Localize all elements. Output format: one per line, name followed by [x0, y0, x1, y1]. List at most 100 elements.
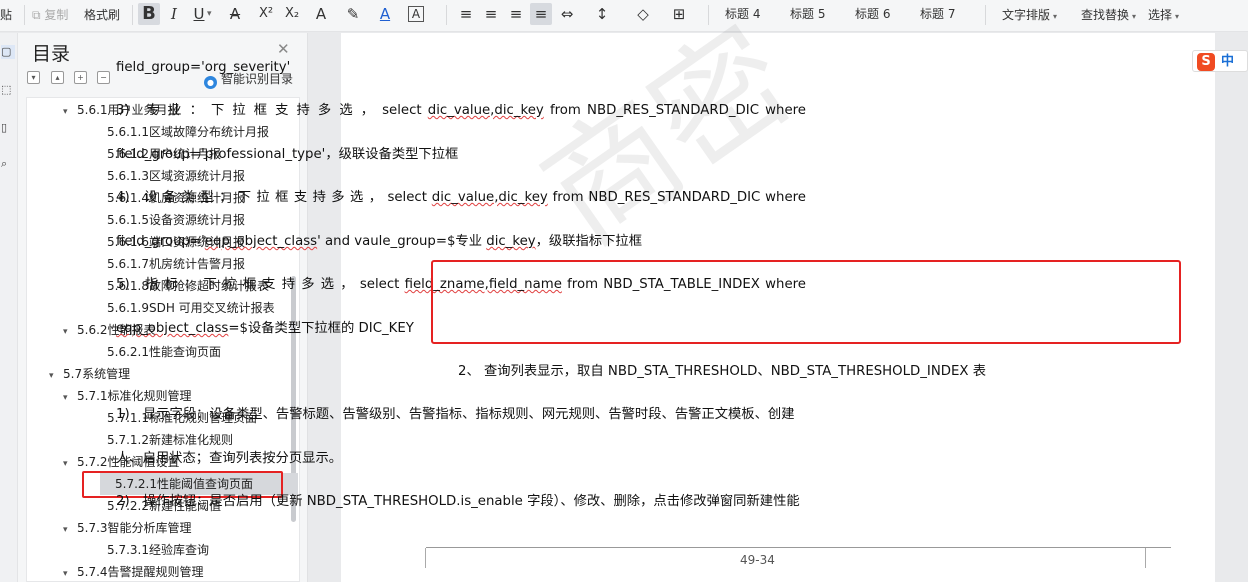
toc-title: 目录	[32, 43, 71, 65]
add-icon[interactable]: +	[74, 71, 87, 84]
select-menu[interactable]: 选择 ▾	[1148, 4, 1179, 26]
format-painter-button[interactable]: 格式刷	[84, 4, 120, 26]
toc-item-label: 5.7.3智能分析库管理	[77, 521, 192, 535]
toc-item[interactable]: 5.6.1.1区域故障分布统计月报	[27, 121, 287, 143]
toc-item[interactable]: 5.6.1.9SDH 可用交叉统计报表	[27, 297, 287, 319]
copy-button[interactable]: ⧉ 复制	[32, 4, 68, 26]
toc-item-label: 5.7.3.1经验库查询	[107, 543, 209, 557]
chevron-down-icon: ▾	[1132, 12, 1137, 21]
text-layout-menu[interactable]: 文字排版 ▾	[1002, 4, 1057, 26]
paste-button[interactable]: 贴	[0, 4, 12, 26]
copy-icon: ⧉	[32, 8, 41, 22]
page-icon[interactable]: ▯	[1, 121, 15, 135]
footer-line	[426, 547, 1171, 548]
italic-button[interactable]: I	[163, 3, 185, 25]
chevron-down-icon[interactable]: ▾	[63, 101, 77, 123]
chevron-down-icon[interactable]: ▾	[63, 453, 77, 475]
superscript-button[interactable]: X²	[255, 3, 277, 25]
toolbar-divider	[24, 5, 25, 25]
chevron-down-icon[interactable]: ▾	[63, 387, 77, 409]
doc-text: 4) 设 备 类 型 ： 下 拉 框 支 持 多 选 ， select	[116, 190, 432, 205]
chevron-down-icon[interactable]: ▾	[63, 563, 77, 581]
doc-text: =$设备类型下拉框的 DIC_KEY	[228, 321, 414, 336]
strikethrough-button[interactable]: A	[224, 3, 246, 25]
find-replace-label: 查找替换	[1081, 8, 1130, 22]
doc-text: dic_value,dic_key	[431, 190, 548, 205]
style-heading-7[interactable]: 标题 7	[920, 4, 955, 24]
page-number: 49-34	[740, 553, 775, 567]
distribute-button[interactable]: ⇔	[556, 3, 578, 25]
toc-item-label: 5.6.2.1性能查询页面	[107, 345, 221, 359]
toc-item-label: 5.7.1标准化规则管理	[77, 389, 192, 403]
toc-item-label: 5.6.1.1区域故障分布统计月报	[107, 125, 269, 139]
find-replace-menu[interactable]: 查找替换 ▾	[1081, 4, 1136, 26]
wps-writer-window: 贴 ⧉ 复制 格式刷 B I U ▾ A X² X₂ A ✎ A A ≡ ≡ ≡…	[0, 0, 1248, 582]
subscript-button[interactable]: X₂	[281, 3, 303, 25]
doc-line: 2、 查询列表显示，取自 NBD_STA_THRESHOLD、NBD_STA_T…	[458, 364, 987, 379]
toc-item-label: 5.6.1.3区域资源统计月报	[107, 169, 245, 183]
doc-text: ' and vaule_group=$专业	[317, 234, 487, 249]
align-right-button[interactable]: ≡	[505, 3, 527, 25]
ime-language: 中	[1221, 54, 1235, 69]
toc-item-label: 5.6.1.5设备资源统计月报	[107, 213, 245, 227]
close-icon[interactable]: ✕	[277, 40, 290, 58]
doc-line: field_group='professional_type'，级联设备类型下拉…	[116, 147, 459, 162]
toc-item-label: 5.7.4告警提醒规则管理	[77, 565, 204, 579]
toc-item[interactable]: ▾ 5.7.1标准化规则管理	[27, 385, 287, 407]
toc-item-label: 5.6.1.9SDH 可用交叉统计报表	[107, 301, 275, 315]
chevron-down-icon[interactable]: ▾	[207, 3, 212, 25]
toc-item[interactable]: ▾ 5.7.4告警提醒规则管理	[27, 561, 287, 581]
doc-text: eqp_object_class	[204, 234, 318, 249]
bookmark-icon[interactable]: ⬚	[1, 83, 15, 97]
toc-item[interactable]: 5.6.1.5设备资源统计月报	[27, 209, 287, 231]
bold-button[interactable]: B	[138, 3, 160, 25]
justify-button[interactable]: ≡	[530, 3, 552, 25]
char-border-button[interactable]: A	[408, 6, 424, 22]
page-corner-mark	[400, 548, 426, 568]
toc-item[interactable]: ▾ 5.7.3智能分析库管理	[27, 517, 287, 539]
toc-panel-icon[interactable]: ▢	[1, 45, 15, 59]
collapse-all-icon[interactable]: ▾	[27, 71, 40, 84]
style-heading-5[interactable]: 标题 5	[790, 4, 825, 24]
expand-up-icon[interactable]: ▴	[51, 71, 64, 84]
remove-icon[interactable]: −	[97, 71, 110, 84]
text-effect-button[interactable]: A	[310, 3, 332, 25]
toc-item[interactable]: 5.6.1.7机房统计告警月报	[27, 253, 287, 275]
doc-line: 1) 显示字段：设备类型、告警标题、告警级别、告警指标、指标规则、网元规则、告警…	[116, 407, 795, 422]
toolbar-divider	[446, 5, 447, 25]
chevron-down-icon[interactable]: ▾	[63, 519, 77, 541]
page-corner-mark	[1145, 548, 1171, 568]
doc-line: field_group='eqp_object_class' and vaule…	[116, 233, 642, 251]
chevron-down-icon[interactable]: ▾	[63, 321, 77, 343]
toc-item-label: 5.7.1.2新建标准化规则	[107, 433, 233, 447]
highlight-button[interactable]: ✎	[342, 3, 364, 25]
ime-indicator[interactable]: S 中	[1192, 50, 1248, 72]
toc-item[interactable]: 5.6.2.1性能查询页面	[27, 341, 287, 363]
doc-text: from NBD_RES_STANDARD_DIC where	[547, 190, 806, 205]
font-color-button[interactable]: A	[374, 3, 396, 25]
doc-line: 人、启用状态；查询列表按分页显示。	[116, 451, 343, 466]
chevron-down-icon: ▾	[1053, 12, 1058, 21]
style-heading-6[interactable]: 标题 6	[855, 4, 890, 24]
toc-item-label: 5.6.1.7机房统计告警月报	[107, 257, 245, 271]
doc-line: 4) 设 备 类 型 ： 下 拉 框 支 持 多 选 ， select dic_…	[116, 189, 806, 207]
search-icon[interactable]: ⌕	[1, 157, 15, 171]
toolbar-divider	[985, 5, 986, 25]
select-label: 选择	[1148, 8, 1173, 22]
align-left-button[interactable]: ≡	[455, 3, 477, 25]
toc-item[interactable]: 5.7.1.2新建标准化规则	[27, 429, 287, 451]
line-spacing-button[interactable]: ↕	[591, 3, 613, 25]
copy-label: 复制	[44, 8, 69, 22]
toc-item[interactable]: 5.6.1.3区域资源统计月报	[27, 165, 287, 187]
doc-line: eqp_object_class=$设备类型下拉框的 DIC_KEY	[116, 320, 414, 338]
doc-line: 3) 专 业 ： 下 拉 框 支 持 多 选 ， select dic_valu…	[116, 102, 806, 120]
toc-item[interactable]: 5.7.3.1经验库查询	[27, 539, 287, 561]
toc-item[interactable]: ▾ 5.7系统管理	[27, 363, 287, 385]
doc-text: 3) 专 业 ： 下 拉 框 支 持 多 选 ， select	[116, 103, 428, 118]
ribbon-toolbar: 贴 ⧉ 复制 格式刷 B I U ▾ A X² X₂ A ✎ A A ≡ ≡ ≡…	[0, 0, 1248, 32]
chevron-down-icon[interactable]: ▾	[49, 365, 63, 387]
align-center-button[interactable]: ≡	[480, 3, 502, 25]
doc-line: field_group='org_severity'	[116, 60, 291, 75]
doc-text: from NBD_RES_STANDARD_DIC where	[543, 103, 806, 118]
highlight-box-doc	[431, 260, 1181, 344]
